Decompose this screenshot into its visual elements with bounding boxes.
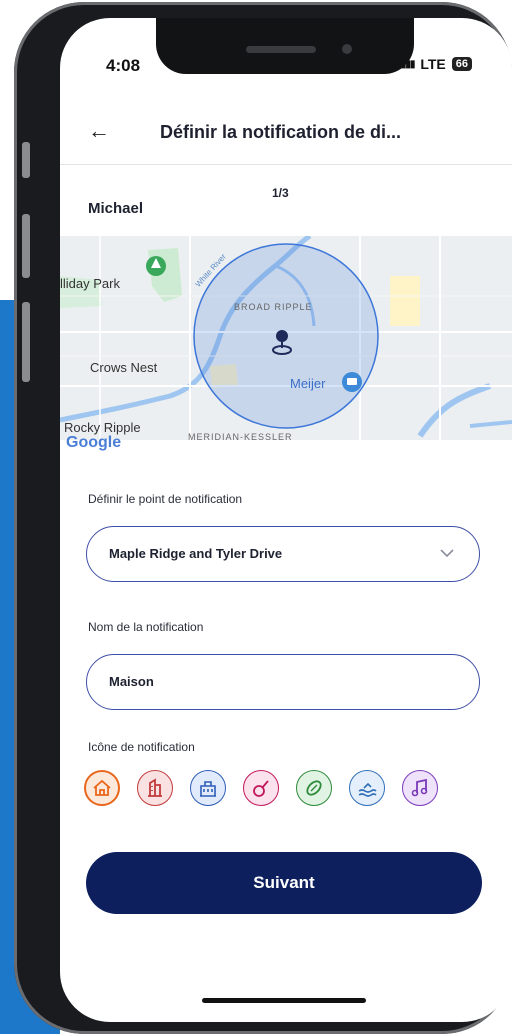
map-label-crows-nest: Crows Nest — [90, 360, 158, 375]
back-arrow-icon[interactable]: ← — [88, 118, 110, 144]
phone-screen: 4:08 ▮▮▮ LTE 66 ← Définir la notificatio… — [60, 18, 512, 1022]
notification-icon-picker — [84, 770, 484, 810]
member-name: Michael — [88, 200, 144, 217]
notch — [156, 18, 414, 74]
mute-switch — [22, 142, 30, 178]
phone-frame: 4:08 ▮▮▮ LTE 66 ← Définir la notificatio… — [14, 2, 512, 1034]
next-button[interactable]: Suivant — [86, 852, 482, 914]
volume-up-button — [22, 214, 30, 278]
notification-name-value: Maison — [109, 674, 154, 689]
map-label-meijer: Meijer — [290, 376, 326, 391]
google-logo: Google — [66, 434, 122, 451]
header-divider — [60, 164, 512, 165]
map-label-broad-ripple: BROAD RIPPLE — [234, 302, 313, 312]
home-indicator — [202, 998, 366, 1003]
chevron-down-icon — [440, 549, 454, 558]
map-label-meridian: MERIDIAN-KESSLER — [188, 432, 293, 440]
notification-name-input[interactable]: Maison — [86, 654, 480, 710]
football-icon[interactable] — [296, 770, 332, 806]
map-view[interactable]: lliday Park BROAD RIPPLE Crows Nest Meij… — [60, 236, 512, 440]
battery-icon: 66 — [451, 57, 472, 71]
status-time: 4:08 — [106, 56, 141, 75]
notification-point-select[interactable]: Maple Ridge and Tyler Drive — [86, 526, 480, 582]
swimming-icon[interactable] — [349, 770, 385, 806]
school-icon[interactable] — [190, 770, 226, 806]
step-indicator: 1/3 — [272, 186, 289, 200]
map-label-park: lliday Park — [60, 276, 120, 291]
signal-icon: ▮▮▮ — [400, 58, 415, 70]
app-header: ← Définir la notification de di... — [60, 116, 512, 160]
music-icon[interactable] — [402, 770, 438, 806]
notification-name-label: Nom de la notification — [88, 620, 204, 634]
home-icon[interactable] — [84, 770, 120, 806]
notification-point-value: Maple Ridge and Tyler Drive — [109, 546, 283, 561]
status-icons: ▮▮▮ LTE 66 — [401, 56, 472, 72]
notification-point-label: Définir le point de notification — [88, 492, 243, 506]
page-title: Définir la notification de di... — [160, 122, 402, 142]
volume-down-button — [22, 302, 30, 382]
notification-icon-label: Icône de notification — [88, 740, 195, 754]
guitar-icon[interactable] — [243, 770, 279, 806]
map-graphics — [60, 236, 512, 440]
network-type: LTE — [420, 56, 446, 72]
building-icon[interactable] — [137, 770, 173, 806]
map-label-rocky-ripple: Rocky Ripple — [64, 420, 141, 435]
